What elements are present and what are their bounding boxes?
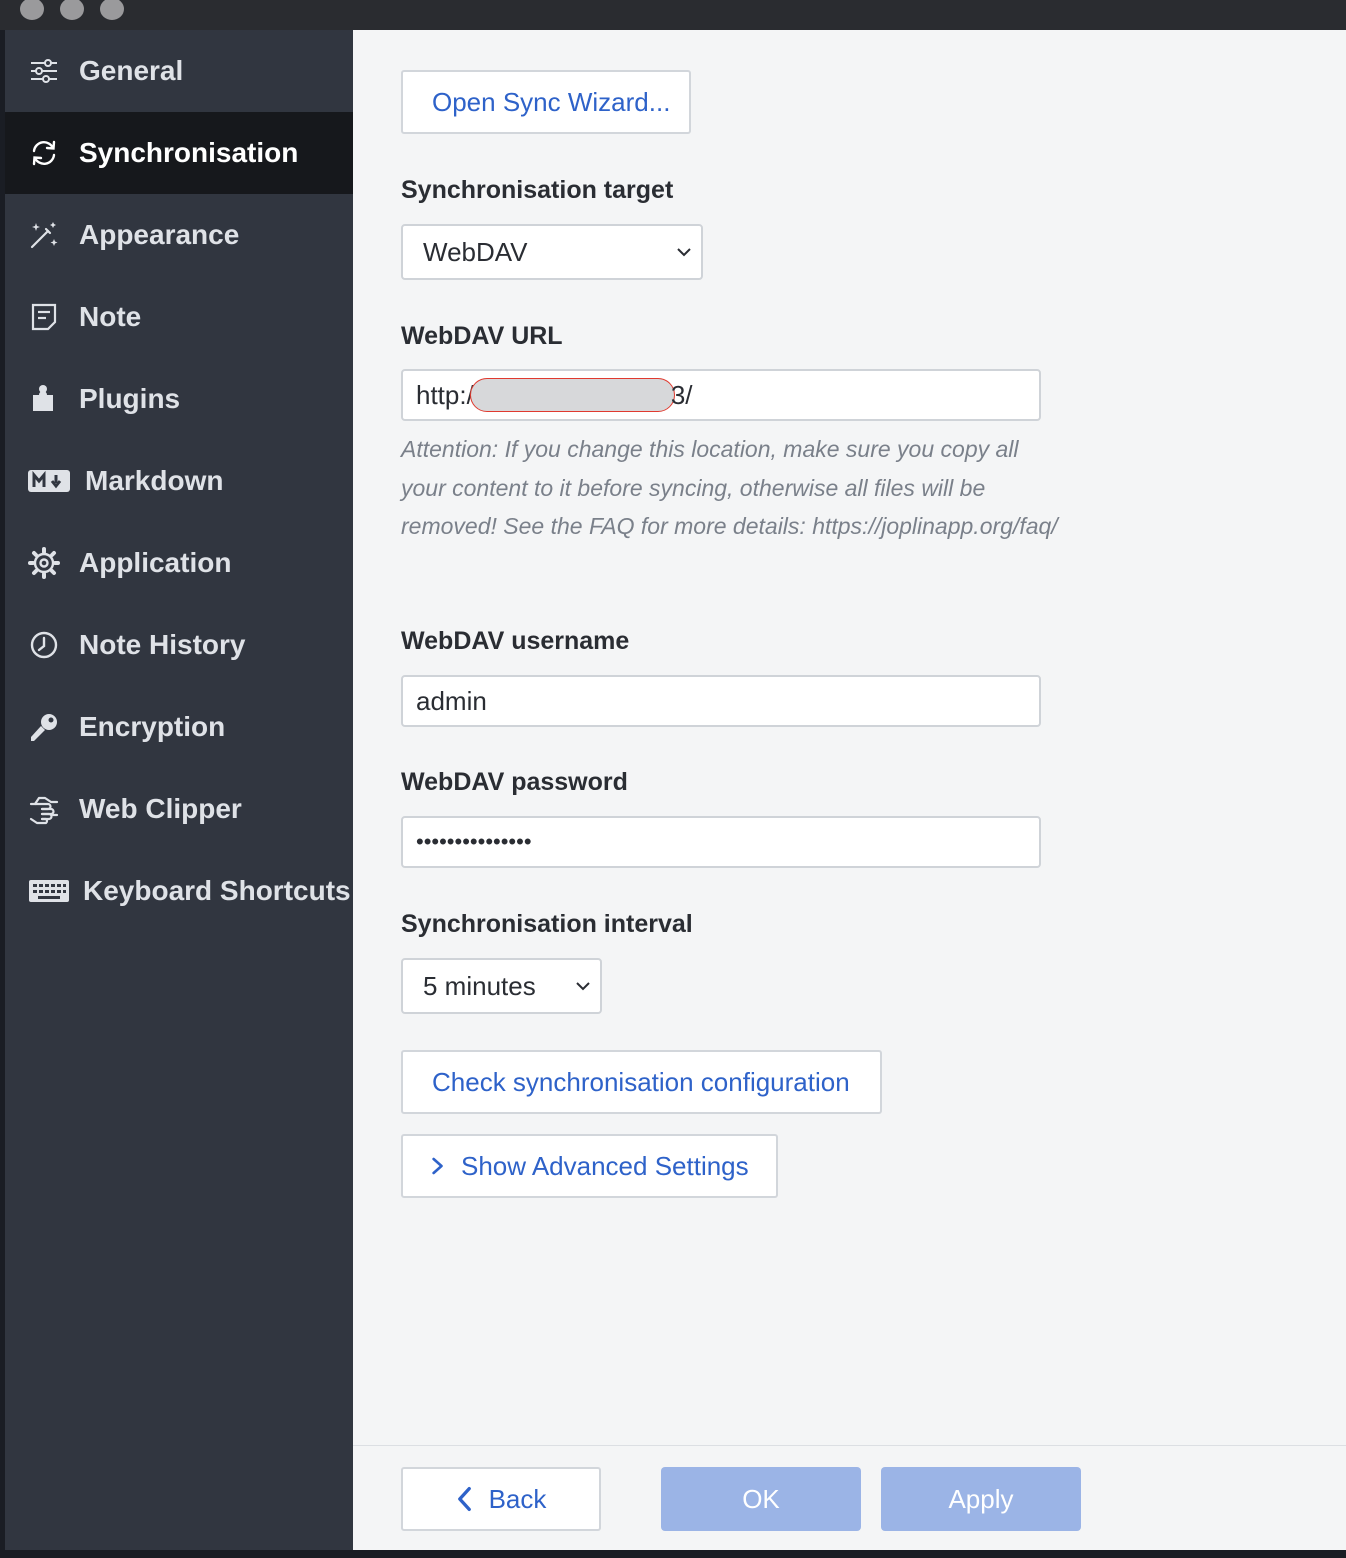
gear-icon (27, 546, 61, 580)
sidebar-item-label: Note (79, 301, 142, 332)
webdav-username-label: WebDAV username (401, 627, 630, 655)
sidebar-item-label: Encryption (79, 711, 226, 742)
sidebar-item-web-clipper[interactable]: Web Clipper (5, 768, 353, 850)
magic-wand-icon (27, 218, 61, 252)
minimize-window-button[interactable] (60, 0, 84, 20)
settings-window: General Synchronisation Appearance Note (5, 30, 1346, 1550)
url-suffix: 3/ (670, 379, 693, 410)
chevron-right-icon (432, 1157, 443, 1175)
keyboard-icon (27, 874, 71, 908)
sidebar-item-synchronisation[interactable]: Synchronisation (5, 112, 353, 194)
apply-button[interactable]: Apply (881, 1467, 1081, 1531)
sidebar-item-label: Note History (79, 629, 246, 660)
check-sync-config-button[interactable]: Check synchronisation configuration (401, 1050, 882, 1114)
sidebar-item-keyboard-shortcuts[interactable]: Keyboard Shortcuts (5, 850, 353, 932)
markdown-icon (27, 464, 71, 498)
zoom-window-button[interactable] (100, 0, 124, 20)
sync-target-select[interactable]: WebDAV (401, 224, 703, 280)
webdav-url-label: WebDAV URL (401, 322, 563, 350)
back-button[interactable]: Back (401, 1467, 601, 1531)
show-advanced-settings-label: Show Advanced Settings (461, 1150, 749, 1181)
sidebar-item-note[interactable]: Note (5, 276, 353, 358)
clock-icon (27, 628, 61, 662)
url-prefix: http:/ (416, 379, 474, 410)
webdav-password-input[interactable]: ••••••••••••••• (401, 816, 1041, 868)
sync-target-value: WebDAV (423, 236, 528, 267)
sidebar-item-label: Application (79, 547, 232, 578)
sidebar-item-application[interactable]: Application (5, 522, 353, 604)
open-sync-wizard-button[interactable]: Open Sync Wizard... (401, 70, 691, 134)
sidebar-item-label: Synchronisation (79, 137, 299, 168)
check-sync-config-label: Check synchronisation configuration (432, 1066, 850, 1097)
sync-icon (27, 136, 61, 170)
settings-footer: Back OK Apply (353, 1445, 1346, 1550)
webdav-password-label: WebDAV password (401, 768, 628, 796)
redacted-url-part (469, 378, 675, 412)
hand-icon (27, 792, 61, 826)
sidebar-item-label: Markdown (85, 465, 224, 496)
sync-interval-select[interactable]: 5 minutes (401, 958, 602, 1014)
chevron-left-icon (457, 1486, 471, 1512)
sidebar-item-markdown[interactable]: Markdown (5, 440, 353, 522)
apply-label: Apply (948, 1483, 1014, 1514)
url-warning-note: Attention: If you change this location, … (401, 436, 1058, 539)
open-sync-wizard-label: Open Sync Wizard... (432, 86, 671, 117)
username-value: admin (416, 685, 487, 716)
chevron-down-icon (677, 248, 691, 257)
webdav-username-input[interactable]: admin (401, 675, 1041, 727)
sidebar-item-label: Keyboard Shortcuts (83, 875, 351, 906)
close-window-button[interactable] (20, 0, 44, 20)
sidebar-item-general[interactable]: General (5, 30, 353, 112)
sidebar-item-plugins[interactable]: Plugins (5, 358, 353, 440)
settings-sidebar: General Synchronisation Appearance Note (5, 30, 353, 1550)
sidebar-item-encryption[interactable]: Encryption (5, 686, 353, 768)
show-advanced-settings-button[interactable]: Show Advanced Settings (401, 1134, 778, 1198)
back-label: Back (488, 1483, 547, 1514)
password-value: ••••••••••••••• (416, 829, 532, 854)
sidebar-item-note-history[interactable]: Note History (5, 604, 353, 686)
window-titlebar (0, 0, 1346, 30)
sidebar-item-label: General (79, 55, 184, 86)
webdav-url-input[interactable]: http:/ 3/ (401, 369, 1041, 421)
sync-interval-label: Synchronisation interval (401, 910, 693, 938)
sync-interval-value: 5 minutes (423, 970, 536, 1001)
sync-target-label: Synchronisation target (401, 176, 674, 204)
sidebar-item-appearance[interactable]: Appearance (5, 194, 353, 276)
sync-settings-panel: Open Sync Wizard... Synchronisation targ… (353, 30, 1346, 1550)
ok-label: OK (742, 1483, 780, 1514)
sidebar-item-label: Web Clipper (79, 793, 242, 824)
ok-button[interactable]: OK (661, 1467, 861, 1531)
puzzle-icon (27, 382, 61, 416)
sliders-icon (27, 54, 61, 88)
note-icon (27, 300, 61, 334)
chevron-down-icon (576, 982, 590, 991)
sidebar-item-label: Plugins (79, 383, 181, 414)
sidebar-item-label: Appearance (79, 219, 240, 250)
key-icon (27, 710, 61, 744)
